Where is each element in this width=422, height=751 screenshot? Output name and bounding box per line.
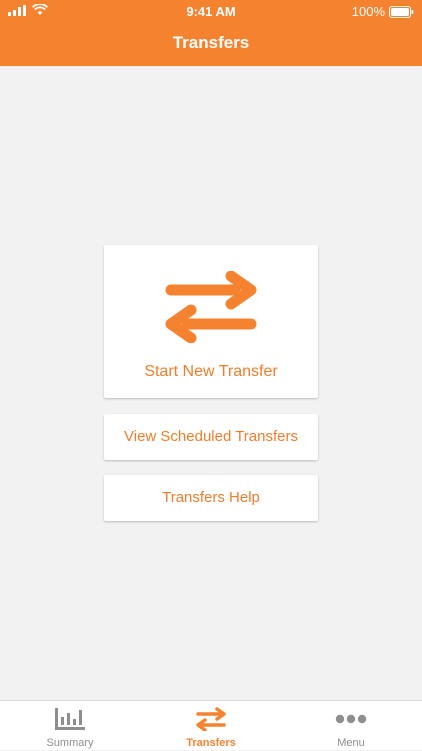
transfers-help-button[interactable]: Transfers Help (104, 475, 318, 521)
status-bar: 9:41 AM 100% (0, 0, 422, 22)
battery-icon (389, 5, 414, 18)
start-new-transfer-button[interactable]: Start New Transfer (104, 245, 318, 398)
status-right: 100% (352, 4, 414, 19)
tab-menu[interactable]: Menu (281, 701, 421, 751)
view-scheduled-transfers-button[interactable]: View Scheduled Transfers (104, 414, 318, 460)
battery-percent: 100% (351, 4, 385, 19)
bar-chart-icon (55, 708, 85, 730)
page-title: Transfers (172, 33, 250, 52)
tab-summary-label: Summary (46, 737, 94, 749)
start-new-transfer-label: Start New Transfer (144, 363, 278, 380)
transfer-arrows-icon (165, 271, 257, 343)
tab-menu-label: Menu (337, 737, 365, 749)
transfer-arrows-icon (196, 707, 226, 731)
tab-summary[interactable]: Summary (0, 701, 140, 751)
tab-transfers[interactable]: Transfers (141, 701, 281, 751)
app-header: 9:41 AM 100% Transfers (0, 0, 422, 66)
tab-bar: Summary Transfers Menu (0, 700, 422, 750)
tab-transfers-label: Transfers (186, 737, 236, 749)
more-dots-icon (335, 714, 367, 724)
